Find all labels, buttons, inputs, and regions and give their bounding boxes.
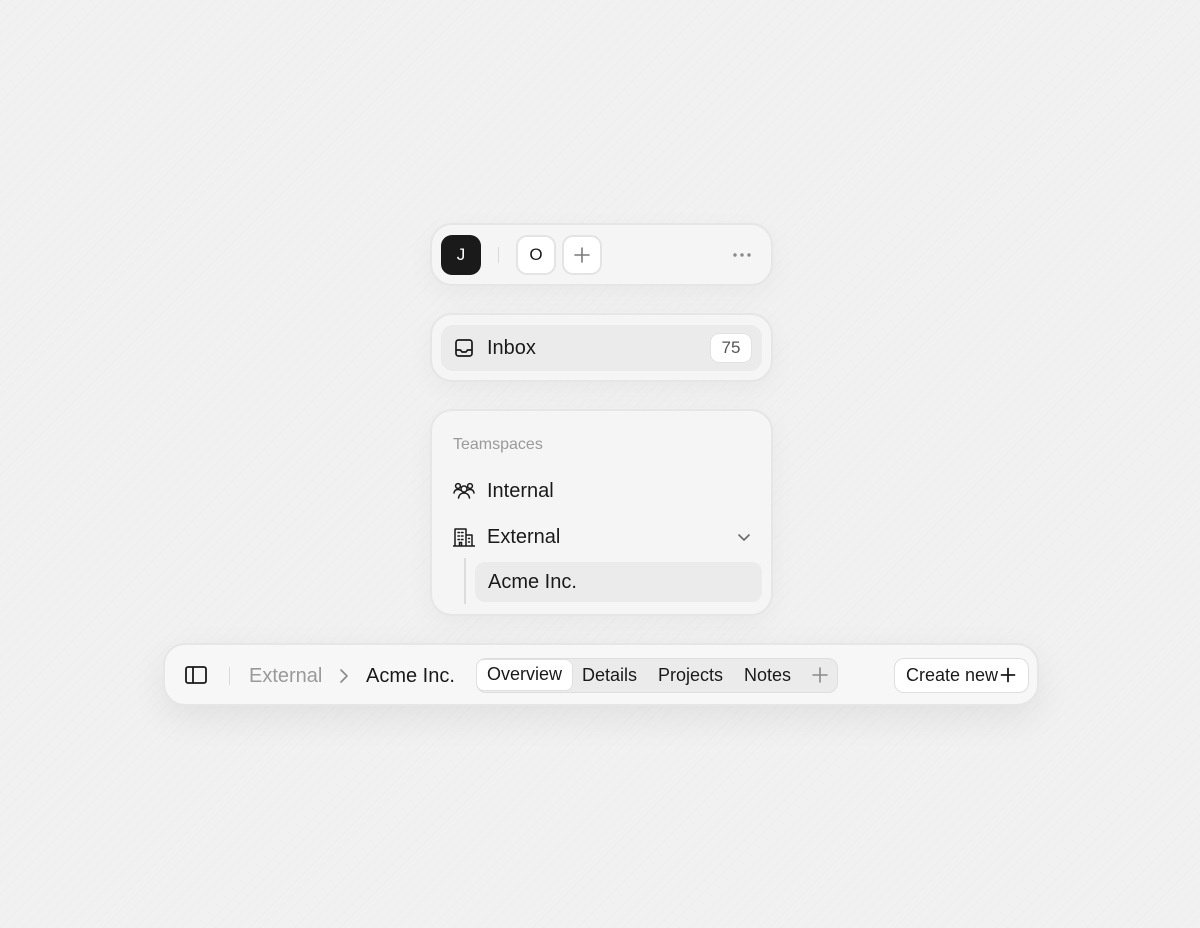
breadcrumb-current: Acme Inc. [366,665,455,687]
more-options-button[interactable] [728,245,756,265]
plus-icon [574,247,590,263]
teamspace-label: External [487,526,561,548]
inbox-card: Inbox 75 [430,313,773,382]
inbox-label: Inbox [487,337,536,359]
create-new-button[interactable]: Create new [894,658,1029,693]
tab-overview[interactable]: Overview [476,659,574,691]
users-icon [453,482,475,499]
workspace-avatar[interactable]: O [516,235,556,275]
more-horizontal-icon [733,253,751,257]
teamspace-label: Internal [487,480,554,502]
chevron-down-icon[interactable] [736,529,752,545]
tab-notes[interactable]: Notes [744,659,791,691]
teamspaces-heading: Teamspaces [453,436,543,453]
teamspaces-card: Teamspaces Internal External Acme Inc. [430,409,773,616]
tab-projects[interactable]: Projects [658,659,723,691]
teamspace-subitem-label: Acme Inc. [488,571,577,593]
building-icon [453,528,475,547]
sidebar-toggle-icon[interactable] [184,664,208,686]
add-tab-icon[interactable] [811,666,829,684]
inbox-icon [455,339,473,357]
tab-bar: Overview Details Projects Notes [476,658,838,693]
workspace-avatar-active[interactable]: J [441,235,481,275]
plus-icon [1000,667,1016,683]
page-toolbar: External Acme Inc. Overview Details Proj… [163,643,1039,706]
toolbar-divider [229,667,230,685]
chevron-right-icon [340,669,348,683]
teamspace-subitem-acme[interactable]: Acme Inc. [475,562,762,602]
workspace-divider [498,247,499,263]
create-new-label: Create new [906,665,999,685]
breadcrumb-parent-link[interactable]: External [249,664,322,688]
tree-guide-line [464,558,466,604]
inbox-item[interactable]: Inbox 75 [441,325,762,371]
inbox-count-badge: 75 [710,333,752,363]
teamspace-item-external[interactable]: External [441,517,762,557]
tab-details[interactable]: Details [582,659,637,691]
teamspace-item-internal[interactable]: Internal [441,471,762,511]
workspace-switcher: J O [430,223,773,286]
add-workspace-button[interactable] [562,235,602,275]
